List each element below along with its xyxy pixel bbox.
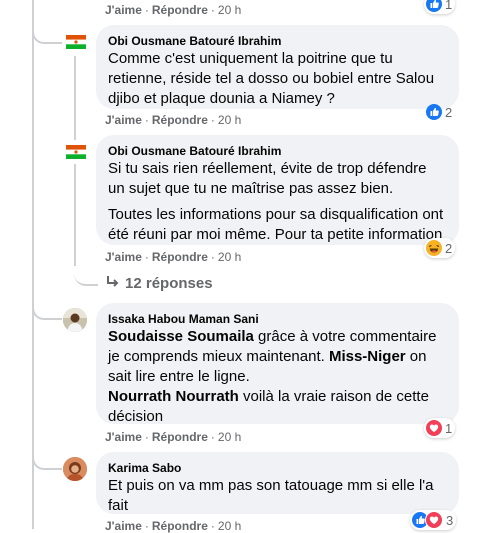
top-like-link[interactable]: J'aime	[105, 3, 142, 17]
reaction-badge[interactable]: 2	[424, 238, 456, 258]
comment-bubble: Karima Sabo Et puis on va mm pas son tat…	[96, 452, 459, 514]
reply-link[interactable]: Répondre	[152, 430, 208, 444]
reply-link[interactable]: Répondre	[152, 250, 208, 264]
comment-author[interactable]: Obi Ousmane Batouré Ibrahim	[108, 143, 447, 159]
like-link[interactable]: J'aime	[105, 430, 142, 444]
comment-bubble: Obi Ousmane Batouré Ibrahim Si tu sais r…	[96, 135, 459, 245]
view-replies-label: 12 réponses	[125, 275, 213, 292]
comment-actions: J'aime · Répondre · 20 h	[105, 519, 242, 533]
comment-text: Et puis on va mm pas son tatouage mm si …	[108, 477, 434, 514]
comment-author[interactable]: Obi Ousmane Batouré Ibrahim	[108, 33, 447, 49]
comment-actions: J'aime · Répondre · 20 h	[105, 430, 242, 444]
comment-actions: J'aime · Répondre · 20 h	[105, 113, 242, 127]
like-icon	[426, 0, 442, 12]
view-replies-link[interactable]: 12 réponses	[105, 274, 213, 292]
niger-flag-icon	[66, 145, 86, 159]
like-link[interactable]: J'aime	[105, 250, 142, 264]
love-icon	[425, 511, 443, 529]
reaction-badge[interactable]: 2	[424, 102, 455, 122]
reaction-count: 3	[446, 512, 454, 528]
love-icon	[426, 420, 442, 436]
reply-arrow-icon	[107, 276, 119, 287]
avatar[interactable]	[64, 140, 88, 164]
like-icon	[426, 104, 442, 120]
timestamp[interactable]: 20 h	[218, 250, 241, 264]
mention-link[interactable]: Soudaisse Soumaila	[108, 328, 254, 345]
thread-connector-5	[32, 430, 62, 470]
avatar[interactable]	[63, 308, 87, 332]
comment-bubble: Issaka Habou Maman Sani Soudaisse Soumai…	[96, 303, 459, 427]
comment-author[interactable]: Issaka Habou Maman Sani	[108, 311, 447, 327]
top-timestamp[interactable]: 20 h	[218, 3, 241, 17]
comment-text-paragraph-2: Toutes les informations pour sa disquali…	[108, 206, 444, 243]
comment-actions: J'aime · Répondre · 20 h	[105, 250, 242, 264]
reaction-count: 1	[445, 420, 453, 436]
like-link[interactable]: J'aime	[105, 519, 142, 533]
comment-text-paragraph-1: Si tu sais rien réellement, évite de tro…	[108, 160, 427, 197]
top-reply-link[interactable]: Répondre	[152, 3, 208, 17]
timestamp[interactable]: 20 h	[218, 430, 241, 444]
mention-link[interactable]: Nourrath Nourrath	[108, 388, 239, 405]
top-comment-actions: J'aime · Répondre · 20 h	[105, 3, 242, 17]
comment-text: Comme c'est uniquement la poitrine que t…	[108, 50, 435, 107]
like-link[interactable]: J'aime	[105, 113, 142, 127]
thread-connector-4	[32, 280, 62, 320]
reaction-badge[interactable]: 1	[424, 418, 456, 438]
comment-author[interactable]: Karima Sabo	[108, 460, 447, 476]
top-reaction-badge[interactable]: 1	[424, 0, 456, 14]
top-reaction-count: 1	[445, 0, 453, 12]
comment-bubble: Obi Ousmane Batouré Ibrahim Comme c'est …	[96, 25, 459, 109]
timestamp[interactable]: 20 h	[218, 113, 241, 127]
reaction-count: 2	[445, 104, 453, 120]
niger-flag-icon	[66, 35, 86, 49]
avatar[interactable]	[64, 30, 88, 54]
comment-text: Soudaisse Soumaila grâce à votre comment…	[108, 327, 447, 427]
reply-link[interactable]: Répondre	[152, 519, 208, 533]
haha-icon	[426, 240, 442, 256]
thread-connector-3	[74, 240, 98, 286]
mention-link[interactable]: Miss-Niger	[329, 348, 406, 365]
avatar[interactable]	[63, 457, 87, 481]
reaction-count: 2	[445, 240, 453, 256]
reply-link[interactable]: Répondre	[152, 113, 208, 127]
thread-connector-1	[32, 0, 62, 44]
timestamp[interactable]: 20 h	[218, 519, 241, 533]
reaction-badge[interactable]: 3	[410, 510, 457, 530]
